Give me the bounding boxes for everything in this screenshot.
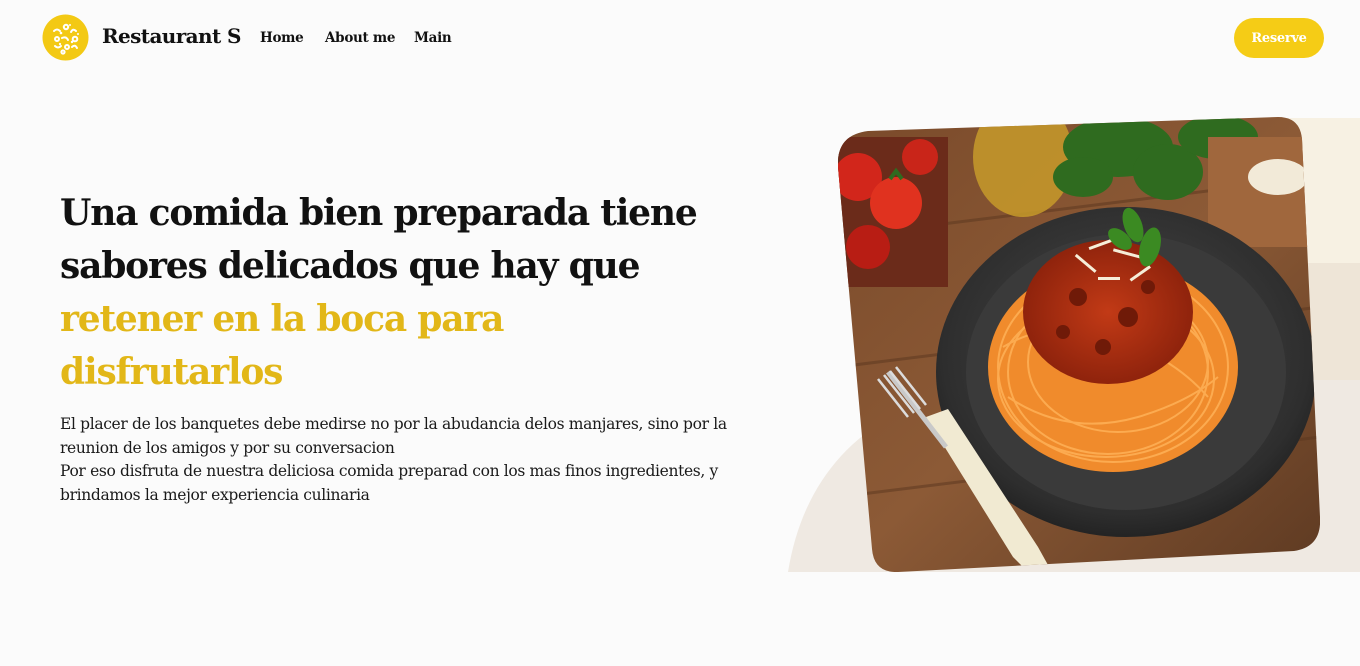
main-nav: Home About me Main <box>260 30 474 46</box>
hero-headline: Una comida bien preparada tiene sabores … <box>60 187 720 399</box>
hero-paragraph-line2: Por eso disfruta de nuestra deliciosa co… <box>60 462 718 504</box>
reserve-button[interactable]: Reserve <box>1234 18 1324 58</box>
pasta-bowl-icon[interactable] <box>42 14 89 61</box>
hero-headline-plain: Una comida bien preparada tiene sabores … <box>60 192 698 287</box>
hero-headline-accent: retener en la boca para disfrutarlos <box>60 298 504 393</box>
hero-paragraph: El placer de los banquetes debe medirse … <box>60 413 740 507</box>
nav-link-about-me[interactable]: About me <box>325 30 414 46</box>
nav-link-main[interactable]: Main <box>414 30 474 46</box>
hero-paragraph-line1: El placer de los banquetes debe medirse … <box>60 415 727 457</box>
site-header: Restaurant S Home About me Main Reserve <box>0 0 1360 78</box>
brand-name[interactable]: Restaurant S <box>102 24 241 48</box>
nav-link-home[interactable]: Home <box>260 30 325 46</box>
spaghetti-photo <box>838 117 1320 572</box>
